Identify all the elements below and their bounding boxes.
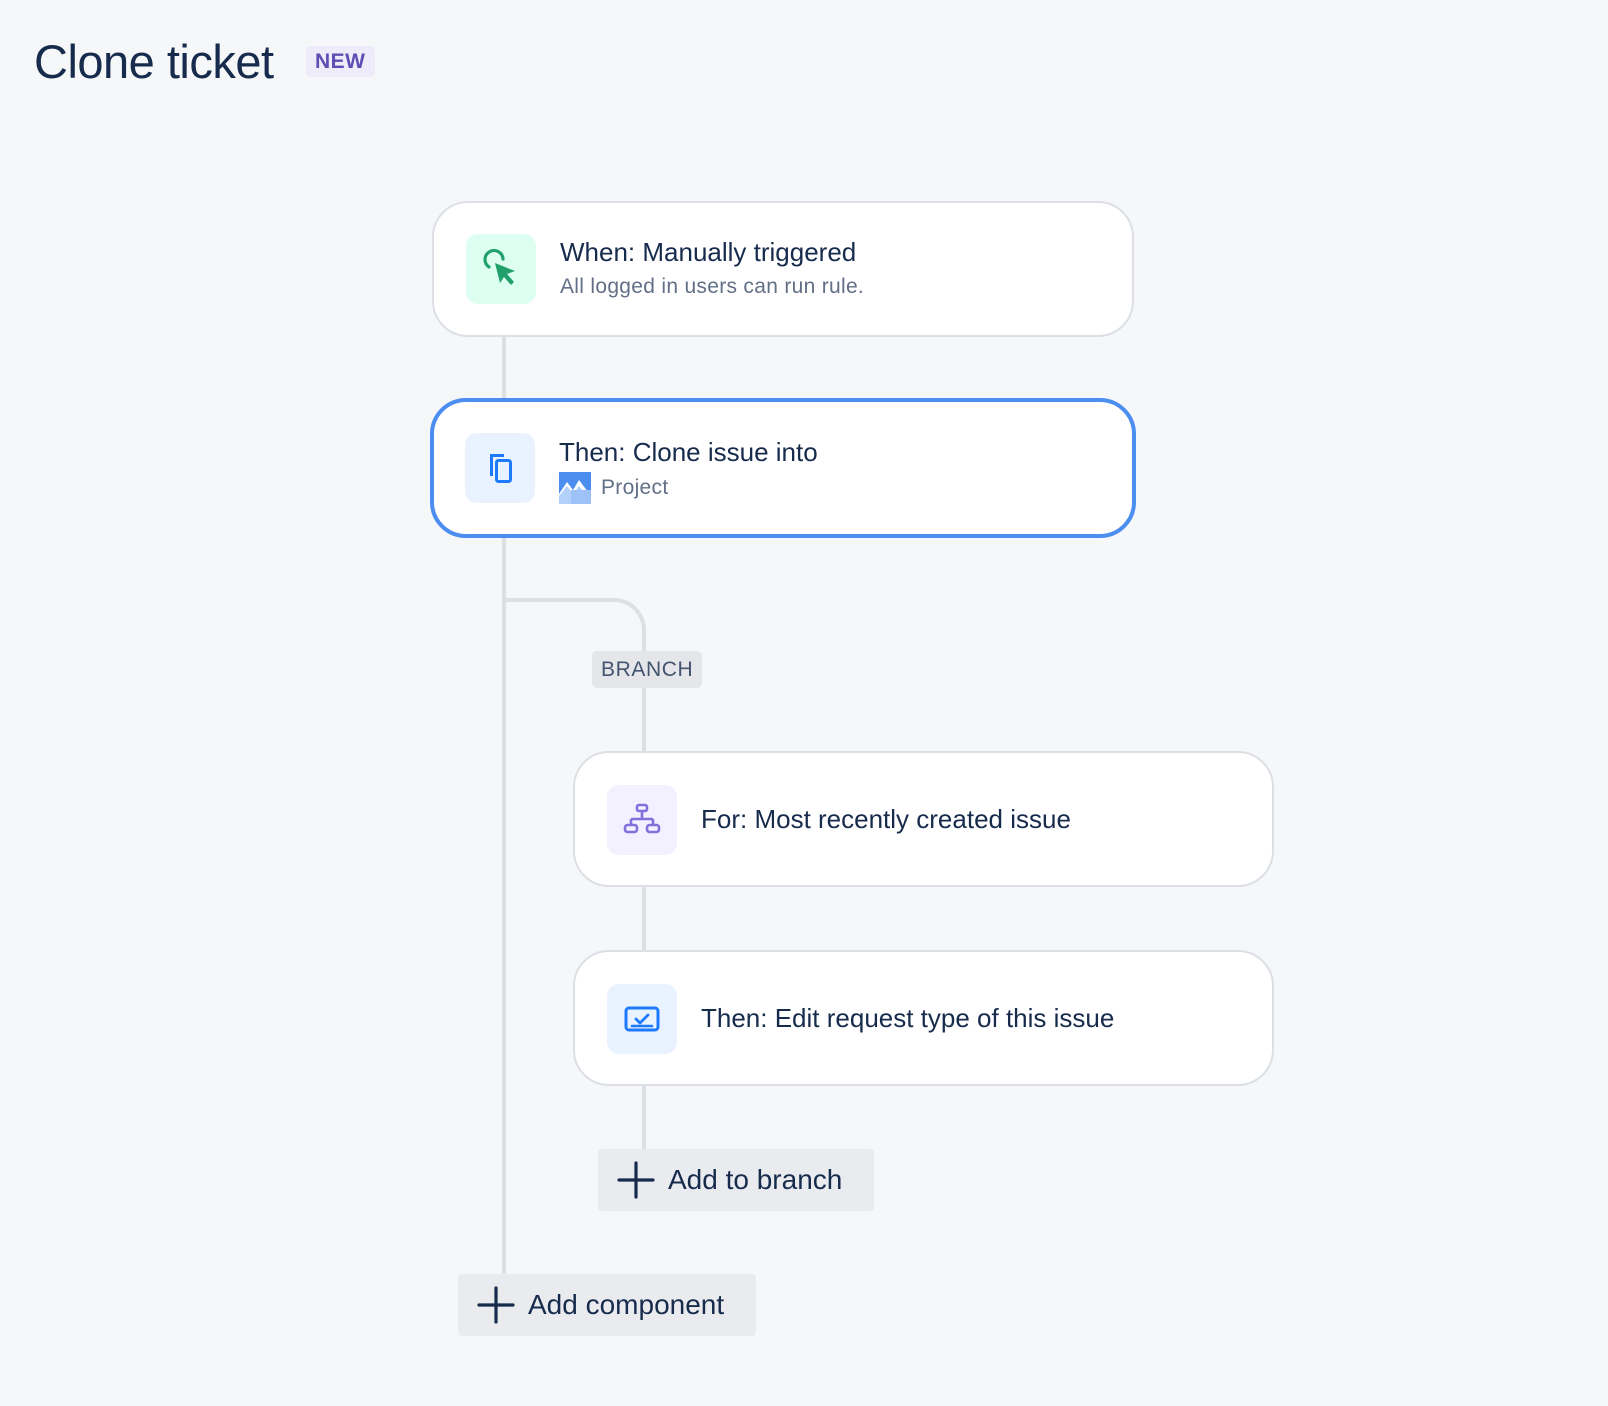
trigger-subtitle: All logged in users can run rule. (560, 275, 865, 298)
automation-rule-canvas: Clone ticket NEW When: Manually triggere… (0, 0, 1608, 1406)
add-to-branch-label: Add to branch (668, 1164, 843, 1195)
branch-connector-to-add (642, 1084, 646, 1150)
add-component-label: Add component (528, 1289, 725, 1320)
clone-issue-title: Then: Clone issue into (559, 437, 818, 467)
edit-request-type-card[interactable]: Then: Edit request type of this issue (573, 950, 1274, 1086)
page-title: Clone ticket (34, 35, 274, 88)
project-row: Project (559, 472, 668, 504)
clone-issue-card[interactable]: Then: Clone issue into Project (430, 398, 1136, 538)
clone-icon-box (465, 433, 535, 503)
new-badge: NEW (306, 46, 375, 77)
trigger-icon-box (466, 234, 536, 304)
edit-request-type-title: Then: Edit request type of this issue (701, 1003, 1115, 1033)
main-connector-top (502, 336, 506, 400)
branch-connector-curve (503, 598, 646, 658)
plus-icon (616, 1160, 656, 1200)
trigger-title: When: Manually triggered (560, 237, 857, 267)
for-title: For: Most recently created issue (701, 804, 1071, 834)
for-icon-box (607, 785, 677, 855)
trigger-card[interactable]: When: Manually triggered All logged in u… (432, 201, 1134, 337)
branch-connector-to-for (642, 686, 646, 752)
hierarchy-icon (623, 803, 661, 834)
request-type-icon (624, 1006, 660, 1032)
branch-label: BRANCH (592, 651, 703, 688)
project-label: Project (601, 476, 669, 499)
copy-icon (490, 454, 512, 483)
cursor-click-icon (483, 249, 515, 285)
for-branch-card[interactable]: For: Most recently created issue (573, 751, 1274, 887)
add-component-button[interactable]: Add component (458, 1274, 756, 1336)
plus-icon (476, 1285, 516, 1325)
add-to-branch-button[interactable]: Add to branch (598, 1149, 874, 1211)
branch-connector-to-edit (642, 886, 646, 952)
edit-icon-box (607, 984, 677, 1054)
project-avatar-icon (559, 472, 591, 504)
